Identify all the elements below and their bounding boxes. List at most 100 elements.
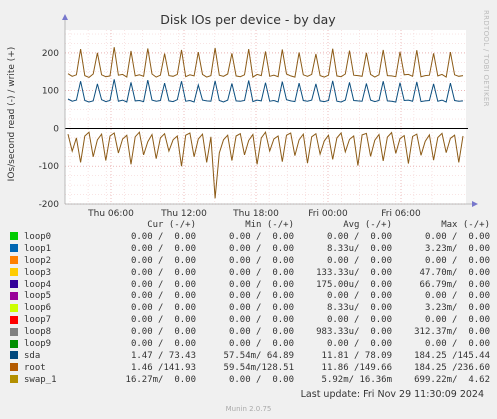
legend-avg-value: 8.33u/ 0.00 bbox=[326, 303, 392, 314]
legend-color-swatch bbox=[10, 280, 18, 289]
legend-cur-value: 1.47 / 73.43 bbox=[130, 350, 196, 361]
legend-max-value: 699.22m/ 4.62 bbox=[414, 374, 490, 385]
legend-min-value: 0.00 / 0.00 bbox=[228, 231, 294, 242]
munin-version: Munin 2.0.75 bbox=[225, 405, 272, 413]
chart-title: Disk IOs per device - by day bbox=[160, 12, 336, 27]
legend-avg-value: 175.00u/ 0.00 bbox=[316, 279, 392, 290]
legend-series-name: sda bbox=[24, 350, 41, 361]
y-axis-label: IOs/second read (-) / write (+) bbox=[7, 47, 17, 182]
legend-table: Cur (-/+) Min (-/+) Avg (-/+) Max (-/+) … bbox=[10, 220, 490, 387]
header-avg: Avg (-/+) bbox=[343, 220, 392, 230]
legend-avg-value: 11.81 / 78.09 bbox=[321, 350, 392, 361]
legend-max-value: 47.70m/ 0.00 bbox=[419, 267, 490, 278]
legend-row: loop7 0.00 / 0.00 0.00 / 0.00 0.00 / 0.00 0.… bbox=[10, 315, 490, 327]
legend-max-value: 0.00 / 0.00 bbox=[424, 255, 490, 266]
legend-cur-value: 0.00 / 0.00 bbox=[130, 327, 196, 338]
legend-avg-value: 5.92m/ 16.36m bbox=[321, 374, 392, 385]
legend-cur-value: 0.00 / 0.00 bbox=[130, 339, 196, 350]
y-tick-label: 100 bbox=[42, 87, 59, 97]
legend-min-value: 0.00 / 0.00 bbox=[228, 291, 294, 302]
legend-color-swatch bbox=[10, 327, 18, 336]
legend-avg-value: 133.33u/ 0.00 bbox=[316, 267, 392, 278]
legend-cur-value: 0.00 / 0.00 bbox=[130, 291, 196, 302]
legend-swatch-cell bbox=[10, 327, 24, 339]
legend-cur-value: 1.46 /141.93 bbox=[130, 362, 196, 373]
legend-cur-value: 16.27m/ 0.00 bbox=[125, 374, 196, 385]
legend-series-name: loop6 bbox=[24, 303, 52, 314]
legend-min-value: 0.00 / 0.00 bbox=[228, 243, 294, 254]
legend-color-swatch bbox=[10, 363, 18, 372]
legend-row: loop8 0.00 / 0.00 0.00 / 0.00 983.33u/ 0.00… bbox=[10, 327, 490, 339]
legend-color-swatch bbox=[10, 256, 18, 265]
legend-series-name: swap_1 bbox=[24, 374, 57, 385]
header-max: Max (-/+) bbox=[441, 220, 490, 230]
legend-min-value: 0.00 / 0.00 bbox=[228, 327, 294, 338]
legend-series-name: loop7 bbox=[24, 315, 52, 326]
last-update: Last update: Fri Nov 29 11:30:09 2024 bbox=[300, 389, 484, 400]
legend-row: loop4 0.00 / 0.00 0.00 / 0.00 175.00u/ 0.00… bbox=[10, 280, 490, 292]
legend-swatch-cell bbox=[10, 256, 24, 268]
legend-color-swatch bbox=[10, 232, 18, 241]
legend-cur-value: 0.00 / 0.00 bbox=[130, 315, 196, 326]
legend-max-value: 312.37m/ 0.00 bbox=[414, 327, 490, 338]
legend-swatch-cell bbox=[10, 232, 24, 244]
x-tick-label: Fri 06:00 bbox=[381, 209, 421, 219]
legend-color-swatch bbox=[10, 315, 18, 324]
legend-max-value: 3.23m/ 0.00 bbox=[424, 303, 490, 314]
legend-color-swatch bbox=[10, 291, 18, 300]
legend-avg-value: 0.00 / 0.00 bbox=[326, 339, 392, 350]
legend-swatch-cell bbox=[10, 351, 24, 363]
legend-row: loop3 0.00 / 0.00 0.00 / 0.00 133.33u/ 0.00… bbox=[10, 268, 490, 280]
legend-max-value: 3.23m/ 0.00 bbox=[424, 243, 490, 254]
legend-series-name: loop5 bbox=[24, 291, 52, 302]
legend-series-name: loop1 bbox=[24, 243, 52, 254]
legend-series-name: root bbox=[24, 362, 46, 373]
legend-color-swatch bbox=[10, 339, 18, 348]
x-axis-arrow bbox=[472, 201, 478, 207]
legend-max-value: 0.00 / 0.00 bbox=[424, 231, 490, 242]
legend-swatch-cell bbox=[10, 339, 24, 351]
legend-cur-value: 0.00 / 0.00 bbox=[130, 303, 196, 314]
y-tick-label: -100 bbox=[39, 162, 60, 172]
legend-swatch-cell bbox=[10, 280, 24, 292]
legend-cur-value: 0.00 / 0.00 bbox=[130, 243, 196, 254]
rrdtool-credit: RRDTOOL / TOBI OETIKER bbox=[482, 10, 490, 107]
legend-avg-value: 11.86 /149.66 bbox=[321, 362, 392, 373]
legend-min-value: 0.00 / 0.00 bbox=[228, 279, 294, 290]
legend-min-value: 0.00 / 0.00 bbox=[228, 255, 294, 266]
legend-row: root 1.46 /141.93 59.54m/128.51 11.86 /149.… bbox=[10, 363, 490, 375]
plot-area: -200 -100 0 100 200 Thu 06:00 Thu 12:00 Thu 18:… bbox=[39, 14, 478, 219]
legend-series-name: loop0 bbox=[24, 231, 52, 242]
legend-color-swatch bbox=[10, 268, 18, 277]
legend-swatch-cell bbox=[10, 375, 24, 387]
chart-area: Disk IOs per device - by day IOs/second … bbox=[7, 12, 478, 219]
legend-series-name: loop9 bbox=[24, 339, 52, 350]
legend-swatch-cell bbox=[10, 268, 24, 280]
legend-cur-value: 0.00 / 0.00 bbox=[130, 267, 196, 278]
legend-series-name: loop3 bbox=[24, 267, 52, 278]
legend-color-swatch bbox=[10, 375, 18, 384]
y-axis-arrow bbox=[62, 14, 68, 20]
legend-row: loop0 0.00 / 0.00 0.00 / 0.00 0.00 / 0.00 0.… bbox=[10, 232, 490, 244]
legend-series-name: loop8 bbox=[24, 327, 52, 338]
legend-color-swatch bbox=[10, 303, 18, 312]
legend-row: loop5 0.00 / 0.00 0.00 / 0.00 0.00 / 0.00 0.… bbox=[10, 291, 490, 303]
legend-row: loop1 0.00 / 0.00 0.00 / 0.00 8.33u/ 0.00 3.… bbox=[10, 244, 490, 256]
legend-max-value: 184.25 /236.60 bbox=[414, 362, 490, 373]
legend-cur-value: 0.00 / 0.00 bbox=[130, 279, 196, 290]
header-min: Min (-/+) bbox=[245, 220, 294, 230]
legend-row: loop6 0.00 / 0.00 0.00 / 0.00 8.33u/ 0.00 3.… bbox=[10, 303, 490, 315]
legend-avg-value: 0.00 / 0.00 bbox=[326, 291, 392, 302]
legend-min-value: 0.00 / 0.00 bbox=[228, 267, 294, 278]
legend-max-value: 184.25 /145.44 bbox=[414, 350, 490, 361]
legend-header-row: Cur (-/+) Min (-/+) Avg (-/+) Max (-/+) bbox=[10, 220, 490, 232]
legend-row: swap_1 16.27m/ 0.00 0.00 / 0.00 5.92m/ 16.3… bbox=[10, 375, 490, 387]
legend-min-value: 0.00 / 0.00 bbox=[228, 315, 294, 326]
y-tick-label: 200 bbox=[42, 49, 59, 59]
legend-avg-value: 8.33u/ 0.00 bbox=[326, 243, 392, 254]
y-tick-label: -200 bbox=[39, 200, 60, 210]
legend-swatch-cell bbox=[10, 291, 24, 303]
legend-max-value: 66.79m/ 0.00 bbox=[419, 279, 490, 290]
legend-series-name: loop4 bbox=[24, 279, 52, 290]
legend-min-value: 57.54m/ 64.89 bbox=[223, 350, 294, 361]
